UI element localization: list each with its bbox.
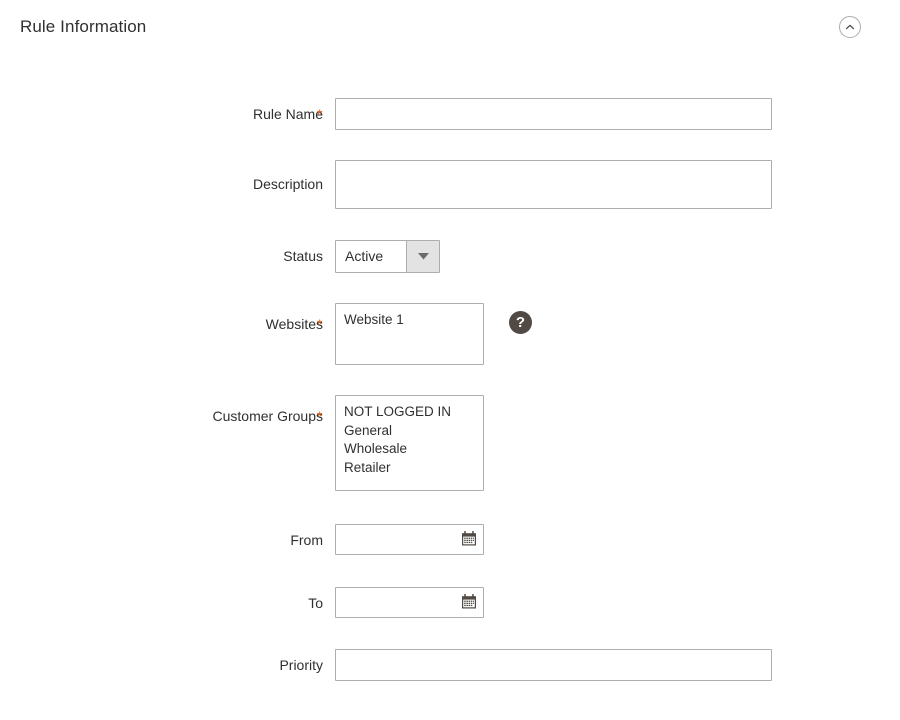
list-item[interactable]: Wholesale xyxy=(336,440,483,459)
priority-input[interactable] xyxy=(335,649,772,681)
label-to: To xyxy=(308,595,323,611)
status-select-value: Active xyxy=(345,248,384,264)
customer-groups-multiselect[interactable]: NOT LOGGED IN General Wholesale Retailer xyxy=(335,395,484,491)
list-item[interactable]: NOT LOGGED IN xyxy=(336,403,483,422)
list-item[interactable]: Retailer xyxy=(336,459,483,478)
label-description: Description xyxy=(252,176,323,192)
status-select-arrow-button[interactable] xyxy=(406,241,439,272)
required-marker-customer-groups: * xyxy=(317,408,323,424)
calendar-icon xyxy=(460,530,478,548)
caret-down-icon xyxy=(417,253,429,260)
collapse-section-button[interactable] xyxy=(839,16,861,38)
label-priority: Priority xyxy=(279,657,323,673)
description-textarea[interactable] xyxy=(335,160,772,209)
section-header: Rule Information xyxy=(0,0,900,56)
websites-multiselect[interactable]: Website 1 xyxy=(335,303,484,365)
chevron-up-circle-icon xyxy=(843,20,857,34)
label-customer-groups: Customer Groups xyxy=(212,408,323,424)
label-rule-name: Rule Name xyxy=(252,106,323,122)
rule-name-input[interactable] xyxy=(335,98,772,130)
calendar-icon xyxy=(460,593,478,611)
list-item[interactable]: Website 1 xyxy=(336,311,483,330)
label-status: Status xyxy=(283,248,323,264)
page-title: Rule Information xyxy=(20,17,147,36)
label-websites: Websites xyxy=(265,316,323,332)
list-item[interactable]: General xyxy=(336,422,483,441)
from-calendar-button[interactable] xyxy=(459,529,479,549)
websites-help-button[interactable]: ? xyxy=(509,311,532,334)
required-marker-rule-name: * xyxy=(317,106,323,122)
required-marker-websites: * xyxy=(317,316,323,332)
status-select[interactable]: Active xyxy=(335,240,440,273)
to-calendar-button[interactable] xyxy=(459,592,479,612)
label-from: From xyxy=(290,532,323,548)
question-mark-icon: ? xyxy=(515,314,526,331)
